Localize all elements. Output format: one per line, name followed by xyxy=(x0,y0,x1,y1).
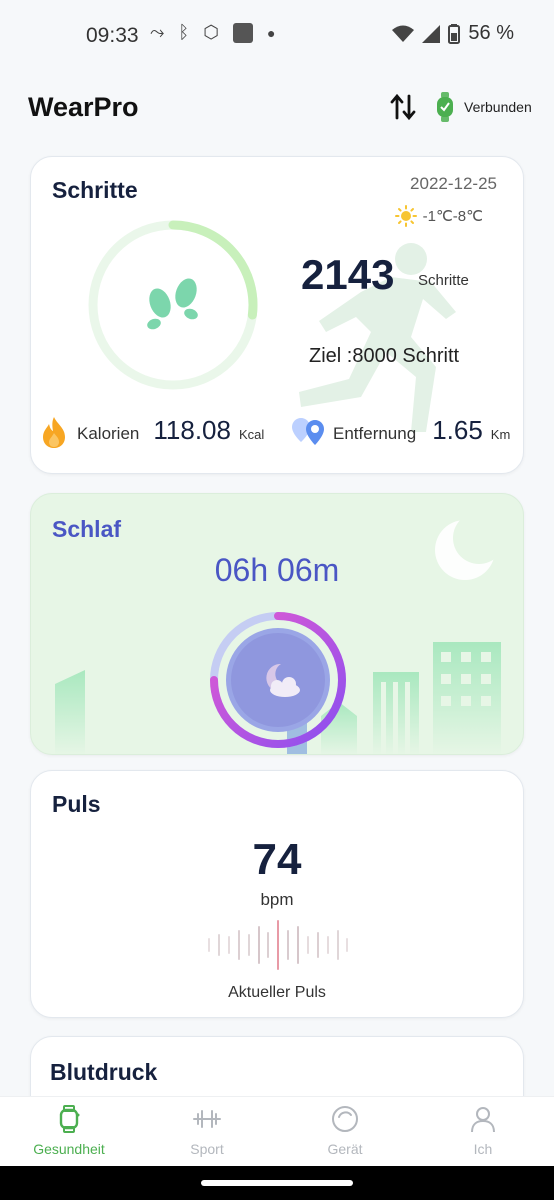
app-title: WearPro xyxy=(28,92,139,122)
bottom-nav: Gesundheit Sport Gerät Ich xyxy=(0,1096,554,1166)
pulse-unit: bpm xyxy=(260,890,294,909)
steps-card[interactable]: Schritte 2022-12-25 -1℃-8℃ 2143 Schritte… xyxy=(30,156,524,474)
dot-icon: ● xyxy=(266,24,276,41)
home-gesture-bar[interactable] xyxy=(201,1180,353,1186)
distance-unit: Km xyxy=(490,427,511,442)
steps-goal: Ziel :8000 Schritt xyxy=(309,345,460,367)
blood-pressure-title: Blutdruck xyxy=(50,1059,158,1085)
weather-temperature: -1℃-8℃ xyxy=(422,208,483,225)
sleep-ring xyxy=(210,612,346,748)
status-bar: 09:33 ⤳ ᛒ ⬡ ● 56 % xyxy=(0,0,554,72)
sleep-duration: 06h 06m xyxy=(214,552,340,588)
device-icon xyxy=(332,1106,358,1132)
sync-arrows-icon[interactable] xyxy=(388,92,418,122)
pulse-value: 74 xyxy=(252,835,302,884)
flame-icon xyxy=(43,417,65,448)
wifi-icon xyxy=(392,25,415,42)
steps-progress-ring xyxy=(88,220,258,390)
sleep-title: Schlaf xyxy=(52,516,122,542)
status-right: 56 % xyxy=(392,22,514,45)
calories-label: Kalorien xyxy=(77,424,140,443)
steps-count: 2143 xyxy=(301,251,395,298)
sleep-card[interactable]: Schlaf 06h 06m xyxy=(30,493,524,755)
battery-icon xyxy=(448,23,461,44)
pulse-card[interactable]: Puls 74 bpm Aktueller Puls xyxy=(30,770,524,1018)
battery-percent: 56 % xyxy=(468,22,514,44)
calories-value: 118.08 xyxy=(153,415,231,445)
dumbbell-icon xyxy=(193,1110,221,1128)
nav-label-gesundheit: Gesundheit xyxy=(33,1141,105,1157)
steps-title: Schritte xyxy=(52,177,138,203)
nav-label-geraet: Gerät xyxy=(327,1141,363,1157)
pulse-label: Aktueller Puls xyxy=(228,984,326,1001)
nav-item-gesundheit[interactable]: Gesundheit xyxy=(0,1097,138,1167)
location-pin-icon xyxy=(292,417,324,445)
sun-icon xyxy=(394,205,417,227)
footprints-icon xyxy=(147,278,198,330)
nav-label-sport: Sport xyxy=(190,1141,224,1157)
square-app-icon xyxy=(232,22,253,43)
nav-label-ich: Ich xyxy=(473,1141,493,1157)
steps-unit: Schritte xyxy=(418,272,469,289)
signal-icon xyxy=(422,24,441,43)
nav-item-ich[interactable]: Ich xyxy=(414,1097,552,1167)
status-notification-icons: ⤳ ᛒ ⬡ ● xyxy=(150,22,275,43)
distance-label: Entfernung xyxy=(333,424,417,443)
distance-value: 1.65 xyxy=(432,415,483,445)
person-icon xyxy=(471,1107,495,1133)
gesture-area xyxy=(0,1166,554,1200)
status-time: 09:33 xyxy=(86,24,139,47)
sync-status-icon: ⬡ xyxy=(203,22,219,42)
steps-date: 2022-12-25 xyxy=(410,174,497,193)
app-notification-icon: ⤳ xyxy=(150,22,165,42)
nav-item-geraet[interactable]: Gerät xyxy=(276,1097,414,1167)
app-header: WearPro Verbunden xyxy=(0,72,554,142)
bluetooth-icon: ᛒ xyxy=(178,22,190,42)
heartbeat-wave-icon xyxy=(208,920,348,970)
nav-item-sport[interactable]: Sport xyxy=(138,1097,276,1167)
watch-connected-icon xyxy=(437,92,453,122)
distance-stat: Entfernung 1.65 Km xyxy=(291,415,510,446)
weather: -1℃-8℃ xyxy=(394,205,483,227)
calories-unit: Kcal xyxy=(238,427,265,442)
connection-status: Verbunden xyxy=(464,99,532,115)
calories-stat: Kalorien 118.08 Kcal xyxy=(39,415,264,449)
pulse-title: Puls xyxy=(52,791,101,817)
watch-icon xyxy=(59,1105,80,1133)
